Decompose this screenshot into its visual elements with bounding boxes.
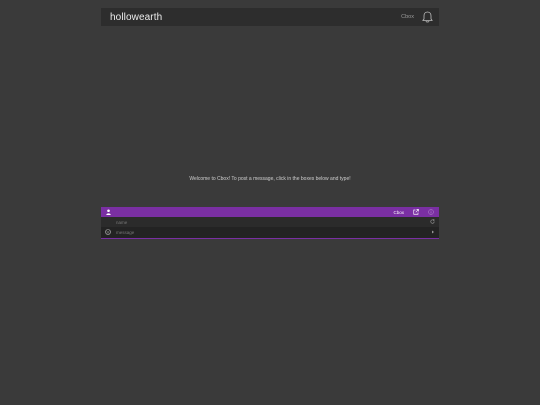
welcome-message: Welcome to Cbox! To post a message, clic… xyxy=(189,176,351,182)
page: hollowearth Cbox Welcome to Cbox! To pos… xyxy=(0,0,540,405)
name-row xyxy=(101,217,439,227)
name-input[interactable] xyxy=(116,218,416,226)
header: hollowearth Cbox xyxy=(101,8,439,26)
info-icon[interactable] xyxy=(428,209,434,215)
send-icon[interactable] xyxy=(431,230,435,234)
popout-icon[interactable] xyxy=(413,209,419,215)
bell-icon[interactable] xyxy=(422,11,433,23)
cbox-header-link[interactable]: Cbox xyxy=(401,14,414,20)
message-row xyxy=(101,227,439,237)
user-icon[interactable] xyxy=(106,209,111,215)
smile-icon[interactable] xyxy=(105,229,111,235)
chat-toolbar: Cbox xyxy=(101,207,439,217)
chat-widget: Cbox xyxy=(101,207,439,239)
cbox-link[interactable]: Cbox xyxy=(393,210,404,215)
message-input[interactable] xyxy=(116,228,416,236)
page-title: hollowearth xyxy=(110,11,163,23)
refresh-icon[interactable] xyxy=(430,219,435,224)
